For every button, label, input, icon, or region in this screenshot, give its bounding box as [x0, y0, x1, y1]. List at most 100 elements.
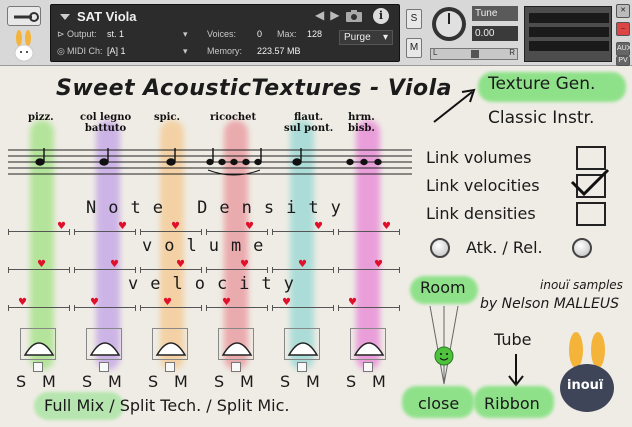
heart-handle-icon[interactable]: ♥	[348, 298, 358, 308]
channel-solo-6[interactable]: S	[346, 372, 356, 391]
channel-mute-2[interactable]: M	[108, 372, 122, 391]
slider-note-density-2[interactable]: ♥	[74, 222, 136, 236]
slider-velocity-5[interactable]: ♥	[272, 298, 334, 312]
memory-value: 223.57 MB	[257, 46, 301, 56]
mic-fan-selector-3[interactable]	[152, 328, 188, 360]
heart-handle-icon[interactable]: ♥	[37, 260, 47, 270]
heart-handle-icon[interactable]: ♥	[176, 260, 186, 270]
heart-handle-icon[interactable]: ♥	[240, 260, 250, 270]
aux-button[interactable]: AUX	[616, 42, 631, 56]
purge-dropdown[interactable]: Purge ▾	[339, 30, 393, 45]
attack-knob[interactable]	[430, 238, 450, 258]
slider-volume-6[interactable]: ♥	[338, 260, 400, 274]
prev-next-arrows[interactable]: ◀▶	[315, 8, 345, 22]
tune-value[interactable]: 0.00	[472, 26, 518, 41]
heart-handle-icon[interactable]: ♥	[57, 222, 67, 232]
channel-checkbox-5[interactable]	[297, 362, 307, 372]
mic-fan-selector-1[interactable]	[20, 328, 56, 360]
fan-icon	[155, 342, 187, 356]
release-knob[interactable]	[572, 238, 592, 258]
slider-note-density-3[interactable]: ♥	[140, 222, 202, 236]
channel-checkbox-2[interactable]	[99, 362, 109, 372]
slider-velocity-4[interactable]: ♥	[206, 298, 268, 312]
heart-handle-icon[interactable]: ♥	[374, 260, 384, 270]
channel-solo-2[interactable]: S	[82, 372, 92, 391]
output-dropdown-icon[interactable]: ▾	[183, 29, 188, 40]
pv-button[interactable]: PV	[616, 56, 630, 66]
heart-handle-icon[interactable]: ♥	[90, 298, 100, 308]
pan-slider[interactable]: L R	[430, 48, 518, 60]
slider-velocity-1[interactable]: ♥	[8, 298, 70, 312]
heart-handle-icon[interactable]: ♥	[171, 222, 181, 232]
channel-checkbox-3[interactable]	[165, 362, 175, 372]
minimize-icon[interactable]: –	[616, 22, 630, 36]
mic-fan-selector-5[interactable]	[284, 328, 320, 360]
heart-handle-icon[interactable]: ♥	[18, 298, 28, 308]
heart-handle-icon[interactable]: ♥	[282, 298, 292, 308]
slider-volume-5[interactable]: ♥	[272, 260, 334, 274]
channel-solo-5[interactable]: S	[280, 372, 290, 391]
channel-checkbox-6[interactable]	[363, 362, 373, 372]
heart-handle-icon[interactable]: ♥	[222, 298, 232, 308]
slider-note-density-6[interactable]: ♥	[338, 222, 400, 236]
tech-label-flaut: flaut. sul pont.	[284, 112, 334, 134]
channel-solo-4[interactable]: S	[214, 372, 224, 391]
channel-checkbox-4[interactable]	[231, 362, 241, 372]
link-volumes-checkbox[interactable]	[576, 146, 606, 170]
slider-volume-1[interactable]: ♥	[8, 260, 70, 274]
texture-gen-button[interactable]: Texture Gen.	[488, 74, 595, 94]
slider-note-density-4[interactable]: ♥	[206, 222, 268, 236]
close-icon[interactable]: ✕	[616, 4, 630, 18]
link-densities-checkbox[interactable]	[576, 202, 606, 226]
pan-handle[interactable]	[471, 50, 479, 58]
channel-mute-3[interactable]: M	[174, 372, 188, 391]
camera-icon[interactable]	[345, 9, 363, 23]
channel-solo-1[interactable]: S	[16, 372, 26, 391]
slider-note-density-1[interactable]: ♥	[8, 222, 70, 236]
page-title: Sweet AcousticTextures - Viola	[56, 76, 453, 101]
mic-fan-selector-4[interactable]	[218, 328, 254, 360]
heart-handle-icon[interactable]: ♥	[118, 222, 128, 232]
tube-label[interactable]: Tube	[494, 330, 531, 349]
heart-handle-icon[interactable]: ♥	[163, 298, 173, 308]
velocity-title: velocity	[128, 274, 306, 294]
close-label: close	[418, 394, 460, 413]
slider-note-density-5[interactable]: ♥	[272, 222, 334, 236]
channel-mute-6[interactable]: M	[372, 372, 386, 391]
mic-position-slider[interactable]	[426, 304, 462, 386]
mute-button[interactable]: M	[406, 38, 422, 58]
collapse-icon[interactable]	[60, 14, 70, 20]
slider-volume-2[interactable]: ♥	[74, 260, 136, 274]
mic-fan-selector-6[interactable]	[350, 328, 386, 360]
midi-value[interactable]: [A] 1	[107, 46, 126, 56]
heart-handle-icon[interactable]: ♥	[110, 260, 120, 270]
slider-volume-4[interactable]: ♥	[206, 260, 268, 274]
info-icon[interactable]: i	[373, 8, 389, 24]
heart-handle-icon[interactable]: ♥	[382, 222, 392, 232]
heart-handle-icon[interactable]: ♥	[298, 260, 308, 270]
heart-handle-icon[interactable]: ♥	[314, 222, 324, 232]
midi-dropdown-icon[interactable]: ▾	[183, 46, 188, 57]
link-velocities-checkbox[interactable]	[570, 168, 610, 198]
heart-handle-icon[interactable]: ♥	[245, 222, 255, 232]
slider-volume-3[interactable]: ♥	[140, 260, 202, 274]
slider-velocity-6[interactable]: ♥	[338, 298, 400, 312]
tune-knob[interactable]	[431, 6, 467, 42]
channel-checkbox-1[interactable]	[33, 362, 43, 372]
ribbon-label[interactable]: Ribbon	[484, 394, 540, 413]
channel-mute-4[interactable]: M	[240, 372, 254, 391]
slider-velocity-3[interactable]: ♥	[140, 298, 202, 312]
mic-fan-selector-2[interactable]	[86, 328, 122, 360]
slider-velocity-2[interactable]: ♥	[74, 298, 136, 312]
channel-mute-5[interactable]: M	[306, 372, 320, 391]
channel-solo-3[interactable]: S	[148, 372, 158, 391]
wrench-button[interactable]	[7, 6, 41, 26]
link-velocities-label: Link velocities	[426, 176, 540, 195]
output-value[interactable]: st. 1	[107, 29, 124, 39]
max-value[interactable]: 128	[307, 29, 322, 39]
classic-instr-button[interactable]: Classic Instr.	[488, 108, 594, 128]
channel-mute-1[interactable]: M	[42, 372, 56, 391]
mix-mode-selector[interactable]: Full Mix / Split Tech. / Split Mic.	[44, 396, 289, 415]
smiley-handle-icon[interactable]	[434, 346, 454, 366]
solo-button[interactable]: S	[406, 9, 422, 29]
